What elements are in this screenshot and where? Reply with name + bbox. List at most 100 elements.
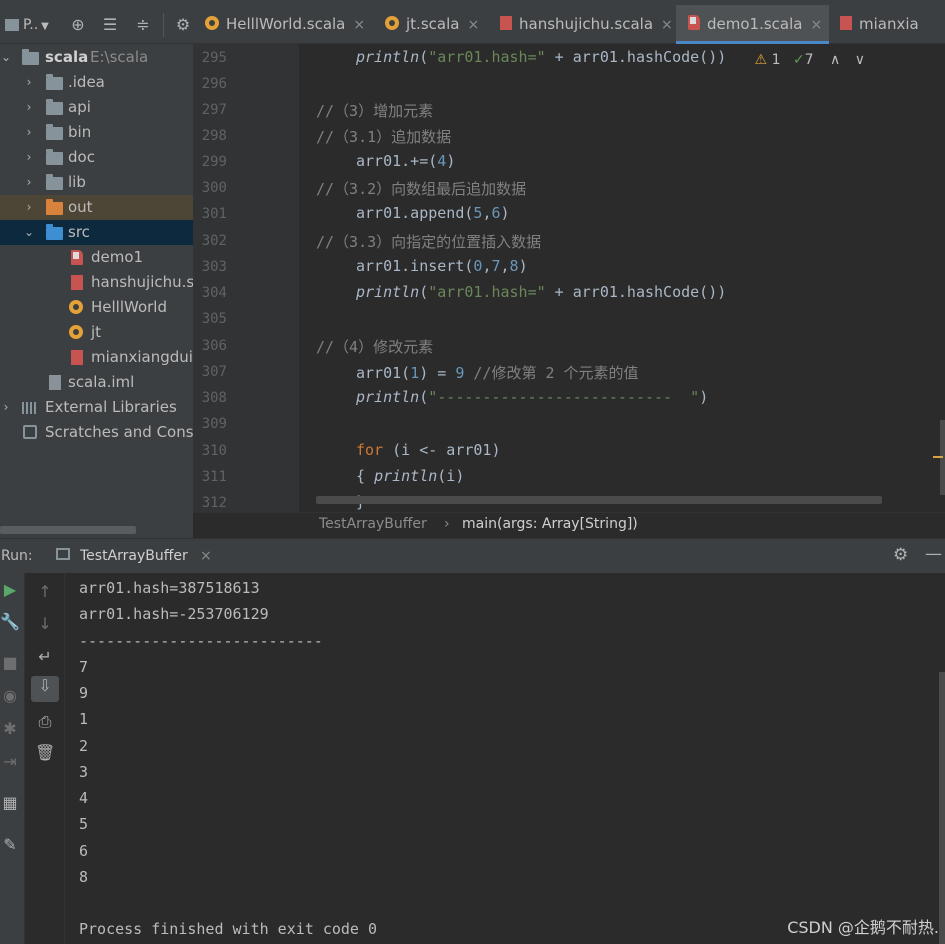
- rerun-icon[interactable]: ▶: [0, 580, 20, 600]
- tree-item-hanshujichu[interactable]: hanshujichu.sc: [0, 270, 193, 295]
- arrow-up-icon[interactable]: ↑: [35, 582, 55, 602]
- tab-mianxia[interactable]: mianxia: [840, 5, 919, 43]
- tree-item-api[interactable]: › api: [0, 95, 193, 120]
- tree-item-label: demo1: [91, 248, 144, 266]
- code-line-297: //（3）增加元素: [316, 102, 434, 120]
- project-tree: ⌄ scala E:\scala › .idea › api › bin › d…: [0, 44, 193, 538]
- chevron-right-icon[interactable]: ›: [22, 95, 36, 120]
- run-tab-label[interactable]: TestArrayBuffer: [80, 548, 188, 564]
- folder-icon: [46, 124, 63, 140]
- code-token: arr01.append(: [356, 204, 474, 222]
- gear-icon[interactable]: ⚙: [893, 545, 908, 565]
- close-icon[interactable]: ×: [467, 17, 479, 33]
- code-token: "arr01.hash=": [428, 283, 546, 301]
- tree-item-out[interactable]: › out: [0, 195, 193, 220]
- console-line: Process finished with exit code 0: [79, 920, 378, 938]
- tree-item-path: E:\scala: [90, 48, 149, 66]
- chevron-down-icon[interactable]: ∨: [855, 52, 865, 68]
- code-token: ): [699, 388, 709, 406]
- print-icon[interactable]: ⎙: [35, 712, 55, 732]
- close-icon[interactable]: ×: [661, 17, 673, 33]
- minimize-icon[interactable]: —: [925, 544, 942, 564]
- tab-helllworld[interactable]: HelllWorld.scala ×: [205, 5, 365, 43]
- tree-item-mianxiangduix[interactable]: mianxiangduix: [0, 345, 193, 370]
- breadcrumb: TestArrayBuffer › main(args: Array[Strin…: [193, 512, 945, 538]
- tree-item-src[interactable]: ⌄ src: [0, 220, 193, 245]
- layout-icon[interactable]: ▦: [0, 793, 20, 813]
- tree-item-external-libraries[interactable]: › External Libraries: [0, 395, 193, 420]
- tree-item-idea[interactable]: › .idea: [0, 70, 193, 95]
- tree-item-label: External Libraries: [45, 398, 177, 416]
- tree-item-label: jt: [91, 323, 102, 341]
- chevron-right-icon[interactable]: ›: [22, 70, 36, 95]
- tab-jt[interactable]: jt.scala ×: [385, 5, 479, 43]
- console-line: 9: [79, 684, 89, 702]
- console-line: ---------------------------: [79, 632, 323, 650]
- chevron-right-icon[interactable]: ›: [22, 145, 36, 170]
- stop-icon[interactable]: ■: [0, 653, 20, 673]
- locate-icon[interactable]: ⊕: [68, 15, 88, 35]
- collapse-all-icon[interactable]: ≑: [133, 15, 153, 35]
- project-view-selector[interactable]: P.. ▼: [5, 15, 55, 35]
- breadcrumb-class[interactable]: TestArrayBuffer: [319, 516, 427, 532]
- console-output[interactable]: arr01.hash=387518613 arr01.hash=-2537061…: [65, 573, 945, 944]
- chevron-down-icon[interactable]: ⌄: [0, 45, 13, 70]
- sidebar-scrollbar[interactable]: [0, 526, 136, 534]
- console-scrollbar[interactable]: [939, 672, 945, 944]
- trash-icon[interactable]: 🗑: [35, 743, 55, 763]
- scroll-to-end-icon[interactable]: ⇩: [31, 676, 59, 702]
- chevron-down-icon[interactable]: ⌄: [22, 220, 36, 245]
- watermark: CSDN @企鹅不耐热.: [787, 918, 939, 937]
- tree-item-scala-iml[interactable]: scala.iml: [0, 370, 193, 395]
- tree-item-scratches[interactable]: Scratches and Conso: [0, 420, 193, 445]
- code-line-303: arr01.insert(0,7,8): [356, 257, 528, 275]
- chevron-up-icon[interactable]: ∧: [830, 52, 840, 68]
- tree-item-label: HelllWorld: [91, 298, 167, 316]
- soft-wrap-icon[interactable]: ↵: [35, 647, 55, 667]
- warning-marker[interactable]: [933, 456, 943, 458]
- tree-item-bin[interactable]: › bin: [0, 120, 193, 145]
- close-icon[interactable]: ×: [810, 17, 822, 33]
- code-token: ): [446, 152, 456, 170]
- wrench-icon[interactable]: 🔧: [0, 612, 20, 632]
- chevron-right-icon[interactable]: ›: [0, 395, 13, 420]
- close-icon[interactable]: ×: [200, 548, 212, 564]
- tree-item-label: scala: [45, 48, 89, 66]
- tree-item-lib[interactable]: › lib: [0, 170, 193, 195]
- tab-label: mianxia: [859, 15, 919, 33]
- editor-horizontal-scrollbar[interactable]: [316, 496, 882, 504]
- line-number: 300: [201, 180, 227, 196]
- check-count: 7: [804, 52, 814, 68]
- exit-icon[interactable]: ⇥: [0, 752, 20, 772]
- code-token: println: [356, 388, 420, 406]
- tab-hanshujichu[interactable]: hanshujichu.scala ×: [500, 5, 673, 43]
- code-line-300: //（3.2）向数组最后追加数据: [316, 180, 527, 198]
- code-token: 1: [410, 364, 420, 382]
- code-editor[interactable]: ⚠ 1 ✓7 ∧ ∨ println("arr01.hash=" + arr01…: [299, 44, 945, 512]
- tree-item-scala-root[interactable]: ⌄ scala E:\scala: [0, 45, 193, 70]
- tab-demo1[interactable]: demo1.scala ×: [676, 5, 829, 44]
- arrow-down-icon[interactable]: ↓: [35, 614, 55, 634]
- line-number: 303: [201, 259, 227, 275]
- tree-item-demo1[interactable]: demo1: [0, 245, 193, 270]
- breadcrumb-method[interactable]: main(args: Array[String]): [462, 516, 638, 532]
- tree-item-label: lib: [68, 173, 86, 191]
- tree-item-doc[interactable]: › doc: [0, 145, 193, 170]
- gear-icon[interactable]: ⚙: [173, 15, 193, 35]
- scala-file-icon: [840, 15, 852, 30]
- code-line-295: println("arr01.hash=" + arr01.hashCode()…: [356, 48, 727, 66]
- code-token: for: [356, 441, 384, 459]
- close-icon[interactable]: ×: [353, 17, 365, 33]
- inspection-status[interactable]: ⚠ 1 ✓7 ∧ ∨: [755, 52, 865, 68]
- camera-icon[interactable]: ◉: [0, 686, 20, 706]
- line-number: 308: [201, 390, 227, 406]
- tree-item-jt[interactable]: jt: [0, 320, 193, 345]
- tree-item-helllworld[interactable]: HelllWorld: [0, 295, 193, 320]
- pin-icon[interactable]: ✎: [0, 835, 20, 855]
- chevron-right-icon[interactable]: ›: [22, 195, 36, 220]
- console-line: 8: [79, 868, 89, 886]
- expand-all-icon[interactable]: ☰: [100, 15, 120, 35]
- chevron-right-icon[interactable]: ›: [22, 170, 36, 195]
- debug-icon[interactable]: ✱: [0, 719, 20, 739]
- chevron-right-icon[interactable]: ›: [22, 120, 36, 145]
